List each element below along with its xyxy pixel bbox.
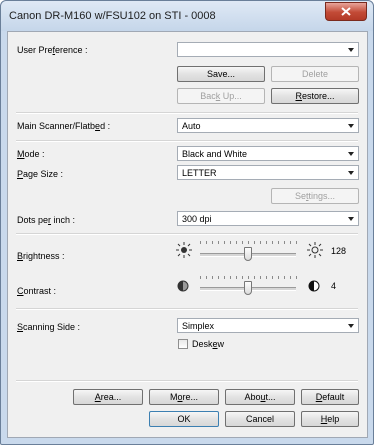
chevron-down-icon — [348, 324, 354, 328]
slider-tick — [242, 276, 243, 279]
more-button[interactable]: More... — [149, 389, 219, 405]
slider-tick — [200, 276, 201, 279]
slider-tick — [272, 241, 273, 244]
separator — [16, 308, 358, 310]
scanning-side-label: Scanning Side : — [17, 322, 81, 332]
slider-tick — [266, 241, 267, 244]
mode-select[interactable]: Black and White — [177, 146, 359, 161]
slider-tick — [260, 241, 261, 244]
dpi-label: Dots per inch : — [17, 215, 76, 225]
dialog-body: User Preference : Save... Delete Back Up… — [7, 31, 368, 438]
chevron-down-icon — [348, 217, 354, 221]
slider-tick — [206, 241, 207, 244]
ok-button[interactable]: OK — [149, 411, 219, 427]
contrast-low-icon — [177, 280, 189, 292]
slider-tick — [218, 241, 219, 244]
slider-tick — [254, 241, 255, 244]
slider-tick — [254, 276, 255, 279]
back-up-button[interactable]: Back Up... — [177, 88, 265, 104]
close-button[interactable] — [325, 2, 367, 21]
separator — [16, 112, 358, 114]
chevron-down-icon — [348, 124, 354, 128]
contrast-high-icon — [308, 280, 320, 292]
delete-button[interactable]: Delete — [271, 66, 359, 82]
slider-tick — [296, 276, 297, 279]
slider-tick — [212, 276, 213, 279]
mode-value: Black and White — [182, 149, 248, 159]
cancel-button[interactable]: Cancel — [225, 411, 295, 427]
page-size-select[interactable]: LETTER — [177, 165, 359, 180]
slider-tick — [230, 241, 231, 244]
area-button[interactable]: Area... — [73, 389, 143, 405]
scanner-dialog-window: Canon DR-M160 w/FSU102 on STI - 0008 Use… — [0, 0, 374, 445]
contrast-ticks — [200, 276, 297, 279]
dpi-value: 300 dpi — [182, 214, 212, 224]
brightness-slider-thumb[interactable] — [244, 247, 252, 261]
slider-tick — [290, 276, 291, 279]
slider-tick — [266, 276, 267, 279]
separator — [16, 380, 358, 382]
title-bar[interactable]: Canon DR-M160 w/FSU102 on STI - 0008 — [1, 1, 373, 31]
deskew-label[interactable]: Deskew — [192, 339, 224, 349]
slider-tick — [218, 276, 219, 279]
brightness-ticks — [200, 241, 297, 244]
page-size-value: LETTER — [182, 168, 217, 178]
contrast-slider-thumb[interactable] — [244, 281, 252, 295]
slider-tick — [212, 241, 213, 244]
scanning-side-value: Simplex — [182, 321, 215, 331]
slider-tick — [260, 276, 261, 279]
chevron-down-icon — [348, 171, 354, 175]
slider-tick — [230, 276, 231, 279]
slider-tick — [236, 276, 237, 279]
slider-tick — [242, 241, 243, 244]
slider-tick — [284, 276, 285, 279]
user-preference-label: User Preference : — [17, 45, 88, 55]
restore-button[interactable]: Restore... — [271, 88, 359, 104]
brightness-high-icon — [307, 242, 323, 258]
main-scanner-label: Main Scanner/Flatbed : — [17, 121, 111, 131]
slider-tick — [278, 241, 279, 244]
slider-tick — [278, 276, 279, 279]
slider-tick — [224, 276, 225, 279]
contrast-value: 4 — [331, 281, 337, 291]
help-button[interactable]: Help — [301, 411, 359, 427]
contrast-label: Contrast : — [17, 286, 57, 296]
slider-tick — [296, 241, 297, 244]
slider-tick — [236, 241, 237, 244]
mode-label: Mode : — [17, 149, 45, 159]
window-title: Canon DR-M160 w/FSU102 on STI - 0008 — [9, 10, 216, 22]
slider-tick — [248, 241, 249, 244]
dpi-select[interactable]: 300 dpi — [177, 211, 359, 226]
page-size-label: Page Size : — [17, 169, 64, 179]
slider-tick — [272, 276, 273, 279]
main-scanner-select[interactable]: Auto — [177, 118, 359, 133]
user-preference-select[interactable] — [177, 42, 359, 57]
main-scanner-value: Auto — [182, 121, 201, 131]
brightness-low-icon — [176, 242, 192, 258]
slider-tick — [224, 241, 225, 244]
deskew-checkbox[interactable] — [178, 339, 188, 349]
slider-tick — [206, 276, 207, 279]
slider-tick — [248, 276, 249, 279]
settings-button[interactable]: Settings... — [271, 188, 359, 204]
scanning-side-select[interactable]: Simplex — [177, 318, 359, 333]
chevron-down-icon — [348, 152, 354, 156]
about-button[interactable]: About... — [225, 389, 295, 405]
brightness-value: 128 — [331, 246, 347, 256]
slider-tick — [290, 241, 291, 244]
default-button[interactable]: Default — [301, 389, 359, 405]
brightness-label: Brightness : — [17, 251, 65, 261]
slider-tick — [200, 241, 201, 244]
separator — [16, 233, 358, 235]
chevron-down-icon — [348, 48, 354, 52]
save-button[interactable]: Save... — [177, 66, 265, 82]
close-icon — [341, 7, 351, 16]
slider-tick — [284, 241, 285, 244]
separator — [16, 140, 358, 142]
